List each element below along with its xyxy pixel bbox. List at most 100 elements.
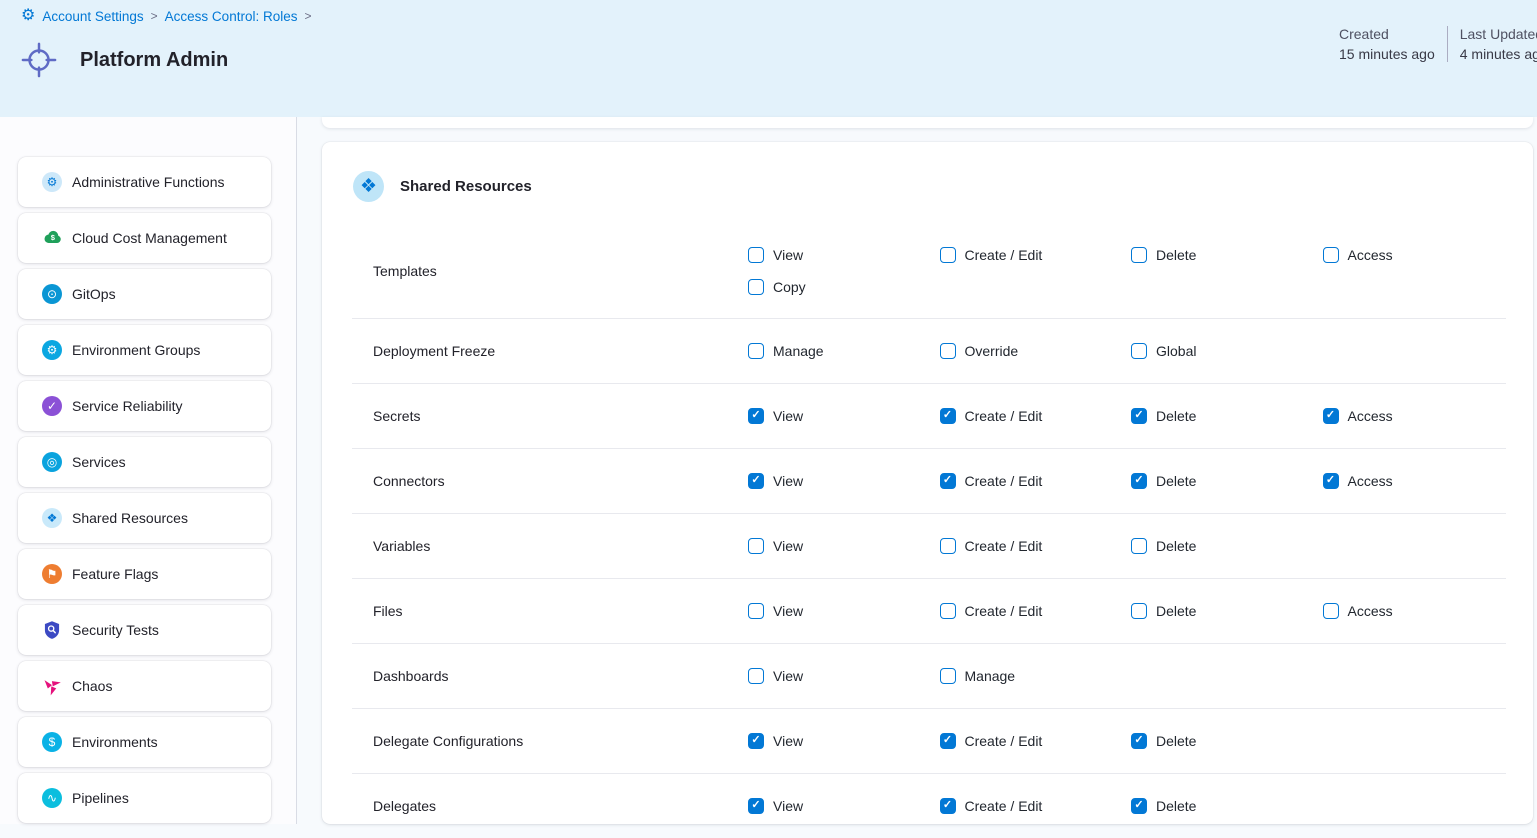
- permission-grid: ✓View✓Create / Edit✓Delete: [748, 538, 1514, 554]
- checkbox-connectors-view[interactable]: ✓: [748, 473, 764, 489]
- permission-templates-copy: ✓Copy: [748, 279, 940, 295]
- permission-variables-view: ✓View: [748, 538, 940, 554]
- sidebar-item-security-tests[interactable]: Security Tests: [18, 605, 271, 655]
- sidebar-item-gitops[interactable]: ⊙GitOps: [18, 269, 271, 319]
- checkbox-dashboards-manage[interactable]: ✓: [940, 668, 956, 684]
- sidebar-item-label: Shared Resources: [72, 510, 188, 526]
- checkbox-dashboards-view[interactable]: ✓: [748, 668, 764, 684]
- sidebar-item-label: Environment Groups: [72, 342, 200, 358]
- checkbox-templates-create-edit[interactable]: ✓: [940, 247, 956, 263]
- breadcrumb-link-account-settings[interactable]: Account Settings: [42, 9, 143, 24]
- checkbox-files-access[interactable]: ✓: [1323, 603, 1339, 619]
- permission-label: Create / Edit: [965, 408, 1043, 424]
- gear-icon[interactable]: ⚙: [21, 8, 35, 24]
- checkbox-variables-create-edit[interactable]: ✓: [940, 538, 956, 554]
- checkbox-files-view[interactable]: ✓: [748, 603, 764, 619]
- main-content: ❖ Shared Resources Templates✓View✓Create…: [297, 117, 1537, 824]
- sidebar-item-pipelines[interactable]: ∿Pipelines: [18, 773, 271, 823]
- permission-secrets-access: ✓Access: [1323, 408, 1515, 424]
- permission-connectors-access: ✓ Access: [1323, 473, 1515, 489]
- permission-delegate-configurations-delete: ✓Delete: [1131, 733, 1323, 749]
- checkbox-files-delete[interactable]: ✓: [1131, 603, 1147, 619]
- checkbox-secrets-view[interactable]: ✓: [748, 408, 764, 424]
- permission-label: Access: [1348, 247, 1393, 263]
- breadcrumb-link-access-control-roles[interactable]: Access Control: Roles: [165, 9, 298, 24]
- check-icon: ✓: [943, 735, 952, 746]
- checkbox-delegate-configurations-delete[interactable]: ✓: [1131, 733, 1147, 749]
- checkbox-secrets-access[interactable]: ✓: [1323, 408, 1339, 424]
- checkbox-delegates-view[interactable]: ✓: [748, 798, 764, 814]
- permission-delegate-configurations-view: ✓View: [748, 733, 940, 749]
- shared-resources-icon: ❖: [42, 508, 62, 528]
- permission-delegates-view: ✓View: [748, 798, 940, 814]
- sidebar-item-label: Administrative Functions: [72, 174, 225, 190]
- permission-label: View: [773, 408, 803, 424]
- permission-secrets-create-edit: ✓ Create / Edit: [940, 408, 1132, 424]
- permission-label: Delete: [1156, 798, 1196, 814]
- checkbox-deployment-freeze-override[interactable]: ✓: [940, 343, 956, 359]
- permission-deployment-freeze-manage: ✓ Manage: [748, 343, 940, 359]
- checkbox-connectors-create-edit[interactable]: ✓: [940, 473, 956, 489]
- permission-rows: Templates✓View✓Create / Edit✓Delete✓Acce…: [322, 223, 1533, 838]
- permission-label: Create / Edit: [965, 247, 1043, 263]
- sidebar-item-environments[interactable]: $Environments: [18, 717, 271, 767]
- permission-grid: ✓ View ✓ Create / Edit ✓ Delete ✓Access: [748, 408, 1514, 424]
- checkbox-connectors-access[interactable]: ✓: [1323, 473, 1339, 489]
- checkbox-templates-access[interactable]: ✓: [1323, 247, 1339, 263]
- checkbox-delegate-configurations-create-edit[interactable]: ✓: [940, 733, 956, 749]
- previous-section-card-edge: [322, 117, 1533, 128]
- permission-label: Manage: [773, 343, 824, 359]
- permission-connectors-delete: ✓ Delete: [1131, 473, 1323, 489]
- sidebar-item-chaos[interactable]: Chaos: [18, 661, 271, 711]
- checkbox-templates-copy[interactable]: ✓: [748, 279, 764, 295]
- permission-grid: ✓View✓Create / Edit✓Delete✓Access: [748, 603, 1514, 619]
- permission-label: Delete: [1156, 473, 1196, 489]
- checkbox-variables-delete[interactable]: ✓: [1131, 538, 1147, 554]
- sidebar-item-environment-groups[interactable]: ⚙Environment Groups: [18, 325, 271, 375]
- sidebar-item-label: Chaos: [72, 678, 112, 694]
- permission-label: Create / Edit: [965, 603, 1043, 619]
- resource-label: Dashboards: [373, 668, 748, 684]
- resource-label: Variables: [373, 538, 748, 554]
- sidebar-item-shared-resources[interactable]: ❖ Shared Resources: [18, 493, 271, 543]
- checkbox-deployment-freeze-global[interactable]: ✓: [1131, 343, 1147, 359]
- checkbox-templates-delete[interactable]: ✓: [1131, 247, 1147, 263]
- permission-label: Manage: [965, 668, 1016, 684]
- checkbox-deployment-freeze-manage[interactable]: ✓: [748, 343, 764, 359]
- permission-label: View: [773, 668, 803, 684]
- last-updated-label: Last Updated: [1460, 26, 1537, 42]
- checkbox-delegate-configurations-view[interactable]: ✓: [748, 733, 764, 749]
- permission-grid: ✓View✓Create / Edit✓Delete✓Access: [748, 473, 1514, 489]
- checkbox-variables-view[interactable]: ✓: [748, 538, 764, 554]
- permission-label: Access: [1348, 473, 1393, 489]
- resource-label: Connectors: [373, 473, 748, 489]
- permission-templates-create-edit: ✓ Create / Edit: [940, 247, 1132, 263]
- permission-label: Override: [965, 343, 1019, 359]
- checkbox-secrets-create-edit[interactable]: ✓: [940, 408, 956, 424]
- permission-row-templates: Templates✓View✓Create / Edit✓Delete✓Acce…: [322, 223, 1533, 318]
- sidebar-item-services[interactable]: ◎Services: [18, 437, 271, 487]
- permission-connectors-create-edit: ✓Create / Edit: [940, 473, 1132, 489]
- permission-row-delegates: Delegates✓View✓Create / Edit✓Delete: [322, 774, 1533, 838]
- sidebar-item-label: Pipelines: [72, 790, 129, 806]
- checkbox-templates-view[interactable]: ✓: [748, 247, 764, 263]
- sidebar-item-administrative-functions[interactable]: ⚙Administrative Functions: [18, 157, 271, 207]
- checkbox-delegates-delete[interactable]: ✓: [1131, 798, 1147, 814]
- sidebar-item-service-reliability[interactable]: ✓Service Reliability: [18, 381, 271, 431]
- permission-delegate-configurations-create-edit: ✓Create / Edit: [940, 733, 1132, 749]
- permission-label: Delete: [1156, 408, 1196, 424]
- last-updated-block: Last Updated 4 minutes ago: [1460, 26, 1537, 62]
- checkbox-delegates-create-edit[interactable]: ✓: [940, 798, 956, 814]
- checkbox-secrets-delete[interactable]: ✓: [1131, 408, 1147, 424]
- sidebar-item-label: Environments: [72, 734, 158, 750]
- created-block: Created 15 minutes ago: [1339, 26, 1435, 62]
- section-header: ❖ Shared Resources: [322, 142, 1533, 202]
- check-icon: ✓: [1134, 475, 1143, 486]
- sidebar-item-feature-flags[interactable]: ⚑Feature Flags: [18, 549, 271, 599]
- checkbox-connectors-delete[interactable]: ✓: [1131, 473, 1147, 489]
- check-icon: ✓: [943, 800, 952, 811]
- checkbox-files-create-edit[interactable]: ✓: [940, 603, 956, 619]
- sidebar-item-cloud-cost-management[interactable]: $Cloud Cost Management: [18, 213, 271, 263]
- check-icon: ✓: [1134, 410, 1143, 421]
- page-header: ⚙ Account Settings>Access Control: Roles…: [0, 0, 1537, 117]
